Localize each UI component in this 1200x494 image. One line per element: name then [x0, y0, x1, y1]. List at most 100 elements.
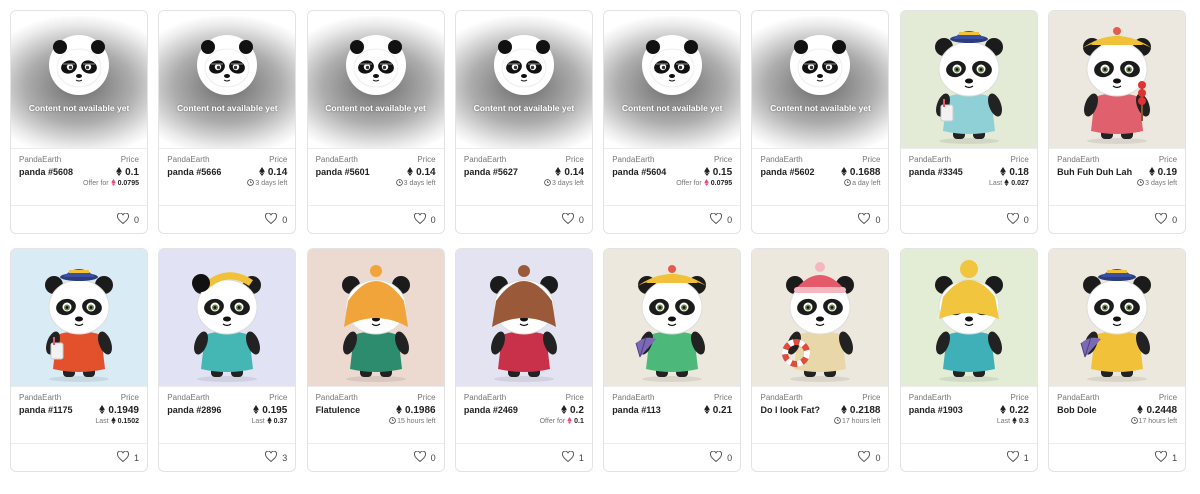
- collection-name[interactable]: PandaEarth: [316, 155, 358, 164]
- price-value: 0.19: [1148, 167, 1177, 178]
- nft-card[interactable]: PandaEarth Price Flatulence 0.1986 15 hours …: [306, 248, 445, 472]
- token-name[interactable]: panda #1903: [909, 405, 989, 416]
- heart-icon[interactable]: [858, 450, 871, 464]
- collection-name[interactable]: PandaEarth: [19, 393, 61, 402]
- heart-icon[interactable]: [265, 212, 278, 226]
- favorite-button[interactable]: 0: [710, 212, 732, 226]
- token-name[interactable]: panda #5604: [612, 167, 692, 178]
- heart-icon[interactable]: [116, 450, 129, 464]
- card-media[interactable]: [11, 249, 147, 387]
- card-media[interactable]: [307, 249, 444, 387]
- nft-card[interactable]: PandaEarth Price panda #3345 0.18 Last 0.027 0: [899, 10, 1038, 234]
- token-name[interactable]: panda #5601: [316, 167, 396, 178]
- heart-icon[interactable]: [413, 450, 426, 464]
- token-name[interactable]: panda #5627: [464, 167, 544, 178]
- heart-icon[interactable]: [561, 212, 574, 226]
- heart-icon[interactable]: [265, 450, 278, 464]
- favorite-button[interactable]: 0: [1155, 212, 1177, 226]
- heart-icon[interactable]: [710, 212, 723, 226]
- nft-card[interactable]: PandaEarth Price panda #2896 0.195 Last 0.37 3: [158, 248, 297, 472]
- collection-name[interactable]: PandaEarth: [167, 393, 209, 402]
- nft-card[interactable]: PandaEarth Price Do I look Fat? 0.2188 17 ho…: [751, 248, 890, 472]
- token-name[interactable]: panda #5666: [167, 167, 247, 178]
- nft-card[interactable]: Content not available yet PandaEarth Price…: [603, 10, 742, 234]
- price-label: Price: [1010, 393, 1029, 402]
- token-name[interactable]: panda #113: [612, 405, 692, 416]
- collection-name[interactable]: PandaEarth: [612, 393, 654, 402]
- card-media[interactable]: [1049, 11, 1186, 149]
- favorite-button[interactable]: 0: [858, 212, 880, 226]
- card-media[interactable]: [604, 249, 741, 387]
- collection-name[interactable]: PandaEarth: [167, 155, 209, 164]
- token-name[interactable]: panda #2896: [167, 405, 247, 416]
- favorite-button[interactable]: 1: [1155, 450, 1177, 464]
- heart-icon[interactable]: [1155, 450, 1168, 464]
- favorite-button[interactable]: 0: [561, 212, 584, 226]
- collection-name[interactable]: PandaEarth: [464, 155, 506, 164]
- token-name[interactable]: panda #1175: [19, 405, 99, 416]
- favorite-button[interactable]: 0: [1006, 212, 1029, 226]
- heart-icon[interactable]: [1155, 212, 1168, 226]
- card-media[interactable]: [752, 249, 889, 387]
- favorite-button[interactable]: 1: [116, 450, 139, 464]
- favorite-button[interactable]: 0: [116, 212, 139, 226]
- price-label: Price: [1158, 393, 1178, 402]
- token-name[interactable]: panda #2469: [464, 405, 544, 416]
- nft-card[interactable]: PandaEarth Price panda #2469 0.2 Offer for 0.…: [454, 248, 593, 472]
- nft-card[interactable]: Content not available yet PandaEarth Price…: [306, 10, 445, 234]
- heart-icon[interactable]: [1006, 450, 1019, 464]
- nft-card[interactable]: PandaEarth Price panda #1903 0.22 Last 0.3 1: [899, 248, 1038, 472]
- heart-icon[interactable]: [413, 212, 426, 226]
- nft-card[interactable]: PandaEarth Price Bob Dole 0.2448 17 hours le…: [1048, 248, 1187, 472]
- token-name[interactable]: Do I look Fat?: [760, 405, 840, 416]
- heart-icon[interactable]: [561, 450, 574, 464]
- collection-name[interactable]: PandaEarth: [316, 393, 358, 402]
- nft-card[interactable]: Content not available yet PandaEarth Price…: [454, 10, 593, 234]
- heart-icon[interactable]: [858, 212, 871, 226]
- collection-name[interactable]: PandaEarth: [760, 393, 802, 402]
- favorite-button[interactable]: 0: [710, 450, 732, 464]
- collection-name[interactable]: PandaEarth: [19, 155, 61, 164]
- panda-logo-icon: [197, 35, 258, 95]
- favorite-button[interactable]: 0: [265, 212, 287, 226]
- collection-name[interactable]: PandaEarth: [1057, 393, 1099, 402]
- collection-name[interactable]: PandaEarth: [612, 155, 654, 164]
- nft-card[interactable]: Content not available yet PandaEarth Price…: [158, 10, 297, 234]
- heart-icon[interactable]: [116, 212, 129, 226]
- card-media[interactable]: [159, 249, 296, 387]
- heart-icon[interactable]: [710, 450, 723, 464]
- card-footer: 0: [900, 205, 1037, 233]
- card-footer: 1: [900, 443, 1037, 471]
- like-count: 1: [578, 452, 584, 463]
- collection-name[interactable]: PandaEarth: [909, 393, 951, 402]
- favorite-button[interactable]: 0: [858, 450, 880, 464]
- collection-name[interactable]: PandaEarth: [464, 393, 506, 402]
- nft-card[interactable]: PandaEarth Price panda #1175 0.1949 Last 0.15…: [10, 248, 148, 472]
- card-info: PandaEarth Price panda #5604 0.15 Offer for 0…: [604, 149, 740, 207]
- card-media[interactable]: [900, 249, 1037, 387]
- nft-card[interactable]: PandaEarth Price Buh Fuh Duh Lah 0.19 3 days…: [1048, 10, 1187, 234]
- like-count: 1: [1023, 452, 1029, 463]
- token-name[interactable]: Buh Fuh Duh Lah: [1057, 167, 1137, 178]
- favorite-button[interactable]: 0: [413, 212, 436, 226]
- nft-card[interactable]: Content not available yet PandaEarth Price…: [10, 10, 148, 234]
- collection-name[interactable]: PandaEarth: [760, 155, 802, 164]
- nft-card[interactable]: PandaEarth Price panda #113 0.21 0: [603, 248, 742, 472]
- card-media[interactable]: [900, 11, 1037, 149]
- favorite-button[interactable]: 3: [265, 450, 287, 464]
- card-media[interactable]: [455, 249, 592, 387]
- collection-name[interactable]: PandaEarth: [1057, 155, 1099, 164]
- favorite-button[interactable]: 1: [1006, 450, 1029, 464]
- heart-icon[interactable]: [1006, 212, 1019, 226]
- card-info: PandaEarth Price panda #113 0.21: [604, 387, 740, 445]
- nft-card[interactable]: Content not available yet PandaEarth Price…: [751, 10, 890, 234]
- token-name[interactable]: Flatulence: [316, 405, 396, 416]
- card-media[interactable]: [1049, 249, 1186, 387]
- token-name[interactable]: panda #5602: [760, 167, 840, 178]
- token-name[interactable]: panda #5608: [19, 167, 99, 178]
- collection-name[interactable]: PandaEarth: [909, 155, 951, 164]
- favorite-button[interactable]: 1: [561, 450, 584, 464]
- token-name[interactable]: Bob Dole: [1057, 405, 1137, 416]
- token-name[interactable]: panda #3345: [909, 167, 989, 178]
- favorite-button[interactable]: 0: [413, 450, 436, 464]
